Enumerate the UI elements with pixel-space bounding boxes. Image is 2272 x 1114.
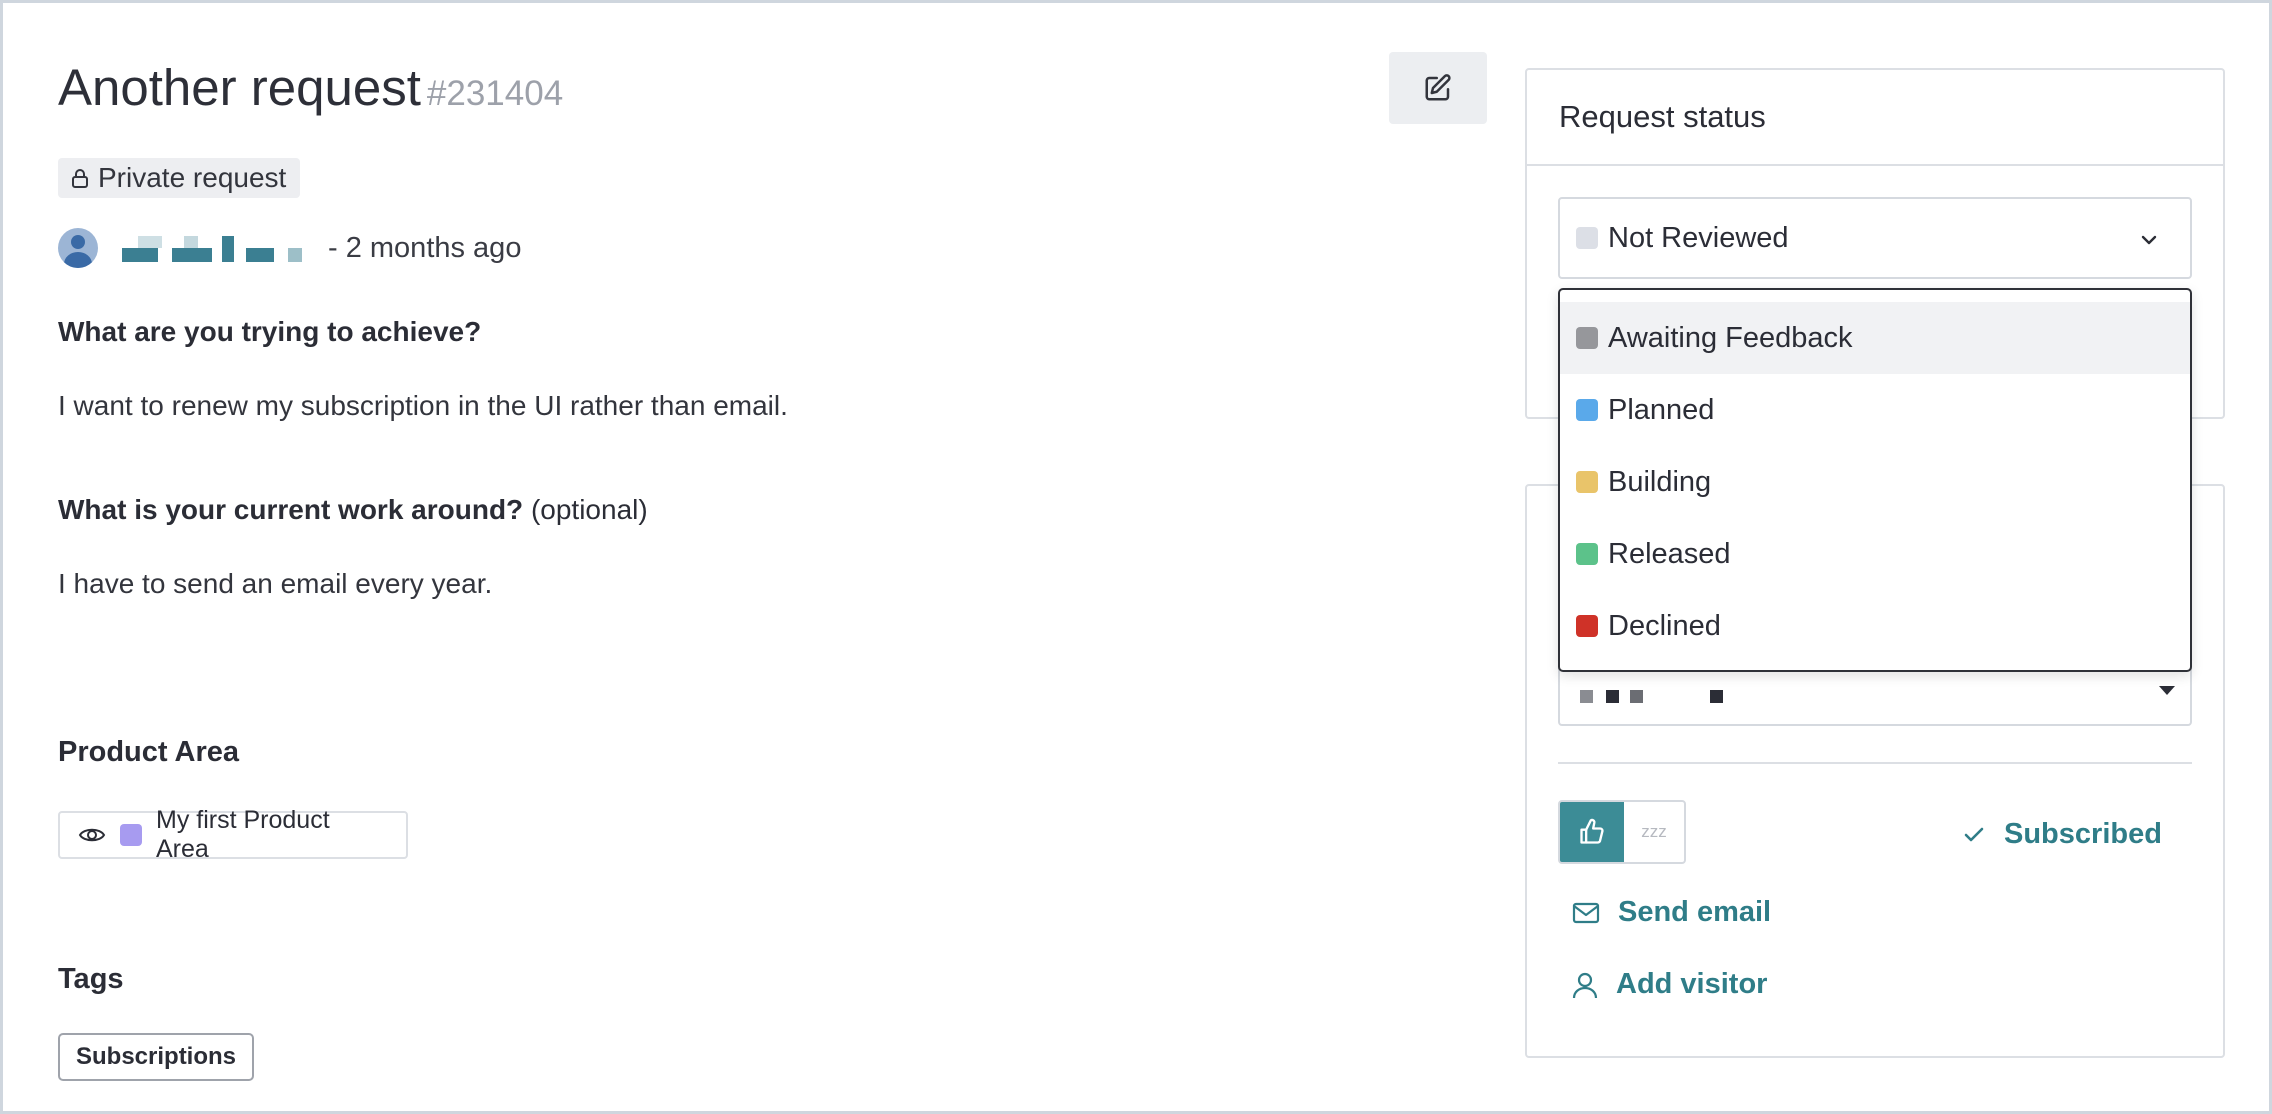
- status-dot: [1576, 471, 1598, 493]
- vote-group: zzz: [1558, 800, 1686, 864]
- product-area-heading: Product Area: [58, 736, 240, 768]
- privacy-label: Private request: [98, 162, 287, 193]
- subscribed-label: Subscribed: [2004, 818, 2162, 850]
- chevron-down-icon: [2141, 235, 2157, 245]
- question-2: What is your current work around? (optio…: [58, 494, 648, 526]
- status-option-declined[interactable]: Declined: [1560, 590, 2190, 662]
- status-option-awaiting-feedback[interactable]: Awaiting Feedback: [1560, 302, 2190, 374]
- send-email-label: Send email: [1618, 896, 1772, 928]
- page-title: Another request #231404: [58, 58, 563, 117]
- status-dropdown-menu: Awaiting Feedback Planned Building Relea…: [1558, 288, 2192, 672]
- eye-icon[interactable]: [78, 825, 106, 845]
- author-time: - 2 months ago: [328, 231, 522, 264]
- divider: [1558, 762, 2192, 764]
- status-dot: [1576, 615, 1598, 637]
- edit-button[interactable]: [1389, 52, 1487, 124]
- author-name-redacted: [110, 226, 320, 270]
- voter-select[interactable]: [1558, 664, 2192, 726]
- status-color-dot: [1576, 227, 1598, 249]
- privacy-badge: Private request: [58, 158, 301, 198]
- request-status-heading: Request status: [1527, 70, 2223, 166]
- optional-label: (optional): [530, 494, 648, 525]
- edit-icon: [1425, 74, 1451, 101]
- tags-heading: Tags: [58, 963, 124, 995]
- status-option-label: Released: [1608, 537, 1731, 570]
- status-option-label: Declined: [1608, 609, 1721, 642]
- lock-icon: [72, 169, 88, 188]
- check-icon: [1964, 827, 1984, 841]
- status-option-label: Planned: [1608, 393, 1715, 426]
- author-line: - 2 months ago: [58, 226, 521, 270]
- status-option-label: Building: [1608, 465, 1712, 498]
- thumbs-up-icon: [1580, 818, 1604, 844]
- question-2-text: What is your current work around?: [58, 494, 524, 525]
- upvote-button[interactable]: [1560, 802, 1624, 862]
- status-dot: [1576, 399, 1598, 421]
- status-dot: [1576, 327, 1598, 349]
- user-icon: [1572, 972, 1598, 998]
- tag-chip[interactable]: Subscriptions: [58, 1033, 255, 1081]
- answer-2: I have to send an email every year.: [58, 568, 493, 599]
- status-option-label: Awaiting Feedback: [1608, 321, 1853, 354]
- status-dot: [1576, 543, 1598, 565]
- caret-down-icon: [2159, 686, 2175, 695]
- subscribed-button[interactable]: Subscribed: [1962, 818, 2162, 851]
- status-option-planned[interactable]: Planned: [1560, 374, 2190, 446]
- answer-1: I want to renew my subscription in the U…: [58, 390, 788, 421]
- question-1: What are you trying to achieve?: [58, 316, 482, 347]
- snooze-button[interactable]: zzz: [1624, 802, 1684, 862]
- request-title: Another request: [58, 59, 421, 116]
- status-option-released[interactable]: Released: [1560, 518, 2190, 590]
- status-selected-label: Not Reviewed: [1608, 221, 1789, 254]
- request-number: #231404: [426, 74, 564, 113]
- status-option-building[interactable]: Building: [1560, 446, 2190, 518]
- add-visitor-label: Add visitor: [1616, 968, 1768, 1000]
- mail-icon: [1572, 902, 1600, 923]
- product-area-color-swatch: [120, 824, 142, 846]
- snooze-icon: zzz: [1641, 822, 1667, 841]
- avatar[interactable]: [58, 228, 98, 268]
- send-email-button[interactable]: Send email: [1572, 896, 1771, 929]
- add-visitor-button[interactable]: Add visitor: [1572, 968, 1767, 1001]
- product-area-chip[interactable]: My first Product Area: [58, 806, 408, 863]
- status-select[interactable]: Not Reviewed: [1558, 197, 2192, 279]
- product-area-label: My first Product Area: [156, 806, 330, 863]
